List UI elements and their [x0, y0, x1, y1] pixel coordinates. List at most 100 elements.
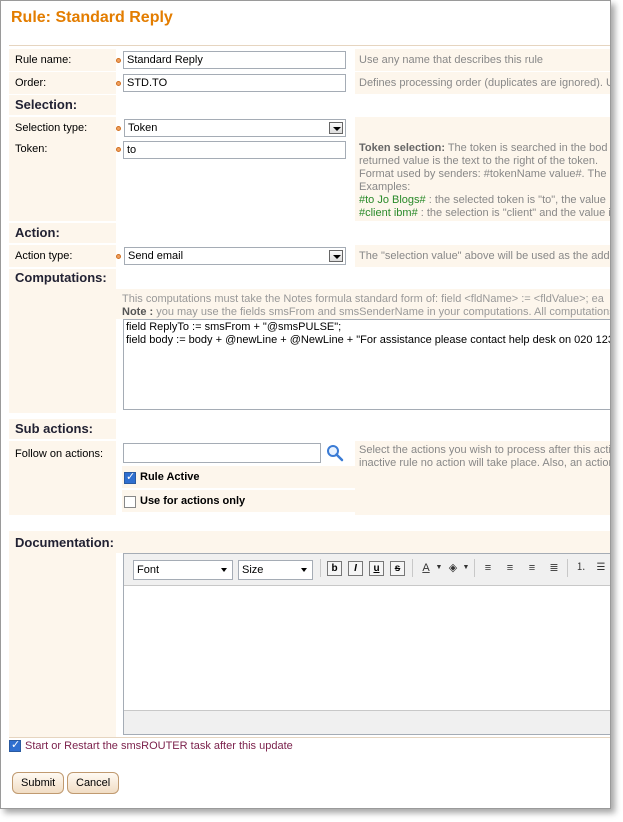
- required-marker: [116, 126, 121, 131]
- page-title: Rule: Standard Reply: [11, 9, 173, 26]
- required-marker: [116, 81, 121, 86]
- selection-heading: Selection:: [15, 97, 78, 112]
- selection-type-select[interactable]: Token: [124, 119, 346, 137]
- size-select-value: Size: [242, 564, 264, 576]
- token-help-line: Format used by senders: #tokenName value…: [359, 168, 607, 180]
- chevron-down-icon[interactable]: ▼: [432, 561, 446, 575]
- token-help: Token selection: The token is searched i…: [359, 142, 611, 220]
- bullet-list-icon[interactable]: ☰: [594, 561, 608, 575]
- rich-text-editor: Font Size b I u s A ▼ ◈ ▼ ≡ ≡ ≡ ≣ ⒈ ☰: [123, 553, 610, 735]
- required-marker: [116, 147, 121, 152]
- token-input[interactable]: to: [123, 141, 346, 159]
- rule-form-window: Rule: Standard Reply Rule name: Standard…: [0, 0, 611, 809]
- editor-toolbar: Font Size b I u s A ▼ ◈ ▼ ≡ ≡ ≡ ≣ ⒈ ☰: [124, 554, 610, 586]
- chevron-down-icon[interactable]: [329, 122, 343, 134]
- token-help-line: Token selection: The token is searched i…: [359, 142, 610, 155]
- example-text: : the selected token is "to", the value: [425, 194, 606, 206]
- label-cell: [9, 289, 116, 413]
- order-input[interactable]: STD.TO: [123, 74, 346, 92]
- note-text: you may use the fields smsFrom and smsSe…: [153, 306, 611, 318]
- submit-button[interactable]: Submit: [12, 772, 65, 794]
- token-example-line: #to Jo Blogs# : the selected token is "t…: [359, 194, 610, 207]
- order-row: Order: STD.TO Defines processing order (…: [9, 72, 611, 94]
- divider: [9, 45, 610, 46]
- action-type-value: Send email: [128, 250, 184, 262]
- size-select[interactable]: Size: [238, 560, 313, 580]
- required-marker: [116, 58, 121, 63]
- action-type-label: Action type:: [15, 250, 73, 262]
- token-help-title: Token selection:: [359, 142, 445, 154]
- computations-textarea[interactable]: field ReplyTo := smsFrom + "@smsPULSE"; …: [123, 319, 610, 410]
- token-help-line: returned value is the text to the right …: [359, 155, 599, 167]
- action-type-row: Action type: Send email The "selection v…: [9, 245, 611, 267]
- font-select-value: Font: [137, 564, 160, 576]
- rule-name-label: Rule name:: [15, 54, 72, 66]
- action-heading: Action:: [15, 225, 60, 240]
- align-right-icon[interactable]: ≡: [525, 561, 539, 575]
- order-label: Order:: [15, 77, 47, 89]
- label-cell: [9, 553, 116, 737]
- rule-active-label: Rule Active: [140, 471, 200, 483]
- font-select[interactable]: Font: [133, 560, 233, 580]
- search-icon[interactable]: [326, 444, 344, 462]
- toolbar-separator: [567, 559, 568, 577]
- underline-icon[interactable]: u: [369, 561, 384, 576]
- align-justify-icon[interactable]: ≣: [547, 561, 561, 575]
- numbered-list-icon[interactable]: ⒈: [574, 561, 588, 575]
- highlight-color-icon[interactable]: ◈: [446, 561, 460, 575]
- token-help-line: Examples:: [359, 181, 411, 193]
- token-label: Token:: [15, 143, 48, 155]
- rule-name-input[interactable]: Standard Reply: [123, 51, 346, 69]
- divider: [9, 737, 610, 738]
- computations-heading: Computations:: [15, 270, 107, 285]
- example-code: #to Jo Blogs#: [359, 194, 426, 206]
- actions-only-checkbox[interactable]: [124, 496, 136, 508]
- rule-name-row: Rule name: Standard Reply Use any name t…: [9, 49, 610, 71]
- action-type-help: The "selection value" above will be used…: [359, 250, 611, 262]
- computations-help-line: This computations must take the Notes fo…: [122, 293, 604, 305]
- restart-label: Start or Restart the smsROUTER task afte…: [25, 740, 293, 752]
- editor-status-bar: [124, 710, 610, 734]
- action-section: Action:: [9, 223, 610, 243]
- order-help: Defines processing order (duplicates are…: [359, 77, 611, 89]
- align-center-icon[interactable]: ≡: [503, 561, 517, 575]
- cancel-button[interactable]: Cancel: [67, 772, 120, 794]
- align-left-icon[interactable]: ≡: [481, 561, 495, 575]
- documentation-section: Documentation:: [9, 531, 610, 553]
- computations-row: This computations must take the Notes fo…: [9, 289, 611, 413]
- selection-type-row: Selection type: Token: [9, 117, 610, 139]
- chevron-down-icon: [301, 568, 307, 572]
- computations-help: This computations must take the Notes fo…: [122, 293, 611, 319]
- font-color-icon[interactable]: A: [419, 561, 433, 575]
- example-code: #client ibm#: [359, 207, 418, 219]
- example-text: : the selection is "client" and the valu…: [417, 207, 611, 219]
- documentation-row: Font Size b I u s A ▼ ◈ ▼ ≡ ≡ ≡ ≣ ⒈ ☰: [9, 553, 610, 737]
- selection-type-value: Token: [128, 122, 158, 134]
- action-type-select[interactable]: Send email: [124, 247, 346, 265]
- follow-on-input[interactable]: [123, 443, 321, 463]
- toolbar-separator: [412, 559, 413, 577]
- computations-note-line: Note : you may use the fields smsFrom an…: [122, 306, 611, 319]
- token-row: Token: to Token selection: The token is …: [9, 139, 611, 221]
- toolbar-separator: [320, 559, 321, 577]
- token-help-text: The token is searched in the bod: [444, 142, 608, 154]
- restart-checkbox[interactable]: [9, 738, 21, 752]
- rule-name-help: Use any name that describes this rule: [359, 54, 544, 66]
- strikethrough-icon[interactable]: s: [390, 561, 405, 576]
- sub-actions-help: Select the actions you wish to process a…: [359, 444, 611, 470]
- help-cell: [355, 117, 610, 139]
- section-fill: [116, 531, 610, 553]
- chevron-down-icon[interactable]: [329, 250, 343, 262]
- token-example-line: #client ibm# : the selection is "client"…: [359, 207, 611, 220]
- required-marker: [116, 254, 121, 259]
- rule-active-checkbox[interactable]: [124, 470, 136, 484]
- documentation-heading: Documentation:: [15, 535, 114, 550]
- sub-actions-help-line: inactive rule no action will take place.…: [359, 457, 611, 469]
- editor-content[interactable]: [124, 586, 610, 710]
- sub-actions-heading: Sub actions:: [15, 421, 94, 436]
- follow-on-row: Follow on actions: Select the actions yo…: [9, 441, 611, 515]
- chevron-down-icon[interactable]: ▼: [459, 561, 473, 575]
- follow-on-label: Follow on actions:: [15, 448, 104, 460]
- bold-icon[interactable]: b: [327, 561, 342, 576]
- italic-icon[interactable]: I: [348, 561, 363, 576]
